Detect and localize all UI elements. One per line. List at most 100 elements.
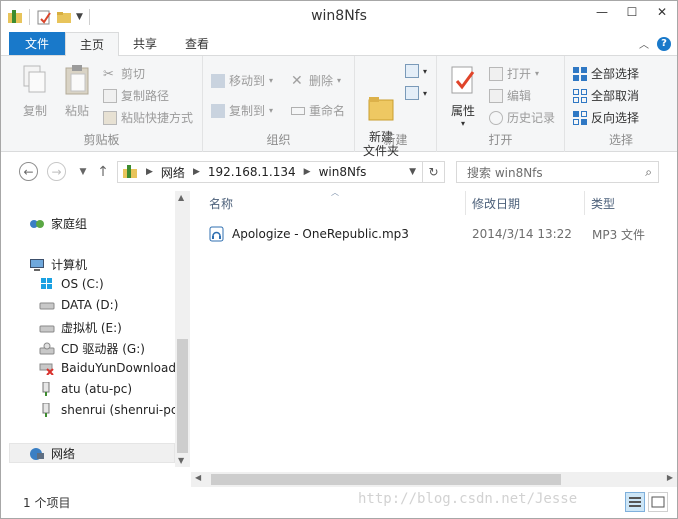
column-header-type[interactable]: 类型	[591, 195, 615, 212]
open-button[interactable]: 打开 ▾	[489, 65, 539, 82]
new-group-label: 新建	[383, 133, 408, 147]
collapse-ribbon-icon[interactable]: ︿	[639, 36, 649, 51]
scroll-right-icon[interactable]: ▶	[667, 473, 673, 482]
hard-drive-icon	[39, 325, 55, 332]
chevron-down-icon: ▾	[269, 106, 274, 115]
search-icon[interactable]: ⌕	[645, 165, 652, 180]
scroll-left-icon[interactable]: ◀	[195, 473, 201, 482]
select-all-icon	[573, 66, 587, 81]
copy-button[interactable]: 复制	[15, 64, 55, 119]
copy-path-icon	[103, 88, 117, 103]
clipboard-group-label: 剪贴板	[83, 133, 120, 147]
nav-homegroup[interactable]: 家庭组	[29, 215, 87, 232]
scroll-up-icon[interactable]: ▲	[178, 193, 184, 202]
properties-label: 属性	[450, 104, 475, 118]
homegroup-icon	[30, 219, 44, 228]
nav-drive-e[interactable]: 虚拟机 (E:)	[39, 319, 122, 336]
minimize-button[interactable]: —	[587, 1, 617, 23]
open-label: 打开	[507, 67, 532, 81]
column-header-date[interactable]: 修改日期	[472, 195, 520, 212]
filelist-hscrollbar[interactable]: ◀ ▶	[191, 472, 677, 487]
title-bar: ▼ win8Nfs — ☐ ✕	[1, 1, 677, 32]
refresh-icon[interactable]: ↻	[422, 162, 444, 182]
nav-drive-c[interactable]: OS (C:)	[39, 277, 104, 291]
search-input[interactable]: 搜索 win8Nfs ⌕	[456, 161, 659, 183]
tab-view[interactable]: 查看	[171, 32, 223, 55]
paste-shortcut-button[interactable]: 粘贴快捷方式	[103, 109, 193, 126]
rename-button[interactable]: 重命名	[291, 102, 345, 119]
paste-button[interactable]: 粘贴	[57, 64, 97, 119]
column-header-name[interactable]: 名称	[209, 195, 233, 212]
table-row[interactable]: Apologize - OneRepublic.mp3 2014/3/14 13…	[209, 223, 669, 245]
paste-icon	[65, 65, 89, 95]
easy-access-button[interactable]: ▾	[405, 86, 427, 100]
tab-share[interactable]: 共享	[119, 32, 171, 55]
select-none-button[interactable]: 全部取消	[573, 87, 639, 104]
properties-button[interactable]: 属性 ▾	[443, 64, 483, 128]
history-button[interactable]: 历史记录	[489, 109, 555, 126]
copy-icon	[23, 65, 46, 93]
chevron-down-icon: ▾	[337, 76, 342, 85]
address-dropdown-icon[interactable]: ▼	[409, 167, 416, 177]
nav-network[interactable]: 网络	[29, 445, 75, 462]
breadcrumb-sep[interactable]: ▶	[138, 167, 161, 177]
file-list: ︿ 名称 修改日期 类型 Apologize - OneRepublic.mp3…	[191, 188, 677, 487]
new-item-button[interactable]: ▾	[405, 64, 427, 78]
copy-path-button[interactable]: 复制路径	[103, 87, 169, 104]
close-button[interactable]: ✕	[647, 1, 677, 23]
nav-baiduyun[interactable]: BaiduYunDownload	[39, 361, 176, 375]
column-divider[interactable]	[465, 191, 466, 215]
address-bar[interactable]: ▶ 网络 ▶ 192.168.1.134 ▶ win8Nfs ▼ ↻	[117, 161, 445, 183]
breadcrumb-host[interactable]: 192.168.1.134 ▶	[208, 165, 319, 179]
paste-shortcut-label: 粘贴快捷方式	[121, 111, 194, 125]
recent-locations-button[interactable]: ▼	[73, 162, 93, 182]
nav-atu[interactable]: atu (atu-pc)	[39, 382, 132, 396]
edit-button[interactable]: 编辑	[489, 87, 531, 104]
tab-home[interactable]: 主页	[65, 32, 120, 56]
forward-button[interactable]: →	[47, 162, 66, 181]
move-to-button[interactable]: 移动到 ▾	[211, 72, 273, 89]
help-icon[interactable]: ?	[657, 36, 671, 51]
breadcrumb-label: 192.168.1.134	[207, 165, 296, 179]
status-bar: 1 个项目 http://blog.csdn.net/Jesse	[1, 487, 677, 518]
nav-label: BaiduYunDownload	[61, 361, 176, 375]
large-icons-view-button[interactable]	[648, 492, 668, 512]
cut-button[interactable]: ✂ 剪切	[103, 65, 145, 82]
rename-label: 重命名	[309, 104, 346, 118]
chevron-down-icon: ▾	[423, 88, 428, 98]
file-name: Apologize - OneRepublic.mp3	[232, 227, 409, 241]
nav-label: 家庭组	[51, 217, 88, 231]
up-button[interactable]: ↑	[93, 162, 113, 182]
chevron-down-icon: ▾	[423, 66, 428, 76]
scroll-down-icon[interactable]: ▼	[178, 456, 184, 465]
select-all-button[interactable]: 全部选择	[573, 65, 639, 82]
tab-file[interactable]: 文件	[9, 32, 66, 55]
delete-button[interactable]: ✕ 删除 ▾	[291, 72, 341, 89]
open-icon	[489, 66, 503, 81]
item-count: 1 个项目	[23, 496, 71, 510]
column-divider[interactable]	[584, 191, 585, 215]
details-view-button[interactable]	[625, 492, 645, 512]
computer-icon	[30, 258, 44, 271]
scrollbar-thumb[interactable]	[177, 339, 188, 453]
breadcrumb-share[interactable]: win8Nfs	[319, 165, 367, 179]
scrollbar-thumb[interactable]	[211, 474, 561, 485]
nav-label: 虚拟机 (E:)	[61, 321, 122, 335]
audio-file-icon	[209, 226, 224, 242]
hard-drive-icon	[39, 302, 55, 310]
copy-to-button[interactable]: 复制到 ▾	[211, 102, 273, 119]
nav-computer[interactable]: 计算机	[29, 256, 87, 273]
nav-drive-d[interactable]: DATA (D:)	[39, 298, 118, 312]
nav-drive-g[interactable]: CD 驱动器 (G:)	[39, 340, 145, 357]
back-button[interactable]: ←	[19, 162, 38, 181]
window-controls: — ☐ ✕	[587, 1, 677, 23]
invert-selection-button[interactable]: 反向选择	[573, 109, 639, 126]
breadcrumb-network[interactable]: 网络 ▶	[161, 164, 208, 181]
select-all-label: 全部选择	[591, 67, 640, 81]
move-to-icon	[211, 73, 225, 88]
nav-shenrui[interactable]: shenrui (shenrui-pc)	[39, 403, 182, 417]
navpane-scrollbar[interactable]: ▲ ▼	[175, 191, 190, 467]
cut-label: 剪切	[121, 67, 146, 81]
open-group: 属性 ▾ 打开 ▾ 编辑 历史记录 打开	[437, 56, 565, 152]
maximize-button[interactable]: ☐	[617, 1, 647, 23]
